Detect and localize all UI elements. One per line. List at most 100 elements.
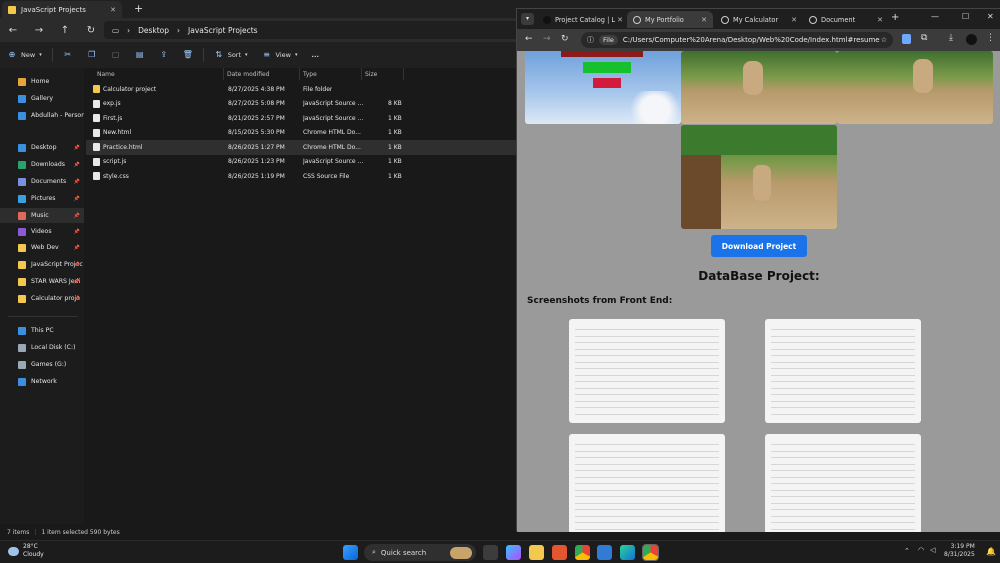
- clock-time: 3:19 PM: [950, 543, 975, 550]
- back-arrow-icon[interactable]: ←: [0, 25, 26, 36]
- column-header-size[interactable]: Size: [362, 68, 404, 80]
- tab-my-portfolio[interactable]: My Portfolio ✕: [627, 11, 713, 28]
- explorer-tab[interactable]: JavaScript Projects ✕: [2, 1, 122, 18]
- table-line: [771, 476, 915, 478]
- back-arrow-icon[interactable]: ←: [525, 34, 533, 44]
- nav-item[interactable]: Calculator proje 📌: [0, 291, 84, 306]
- minimize-button[interactable]: —: [931, 12, 939, 21]
- nav-item[interactable]: Games (G:): [0, 357, 84, 372]
- nav-item[interactable]: Web Dev 📌: [0, 240, 84, 255]
- new-tab-button[interactable]: +: [134, 2, 143, 15]
- close-tab-icon[interactable]: ✕: [110, 6, 116, 14]
- delete-button[interactable]: 🗑: [176, 50, 200, 60]
- close-tab-icon[interactable]: ✕: [791, 16, 797, 24]
- volume-icon[interactable]: ◁: [930, 546, 935, 554]
- globe-icon: [721, 15, 729, 24]
- copy-button[interactable]: ❐: [80, 50, 104, 60]
- bookmark-star-icon[interactable]: ☆: [881, 36, 887, 44]
- divider: [8, 316, 78, 317]
- task-view-icon[interactable]: [483, 545, 498, 560]
- nav-item[interactable]: Home: [0, 74, 84, 89]
- forward-arrow-icon[interactable]: →: [26, 25, 52, 36]
- url-text: C:/Users/Computer%20Arena/Desktop/Web%20…: [622, 36, 880, 44]
- nav-item[interactable]: Music 📌: [0, 208, 84, 223]
- file-explorer-icon[interactable]: [529, 545, 544, 560]
- maximize-button[interactable]: ☐: [962, 12, 969, 21]
- chrome-icon[interactable]: [575, 545, 590, 560]
- cell-date: 8/26/2025 1:27 PM: [228, 143, 285, 151]
- cut-button[interactable]: ✂: [56, 50, 80, 60]
- notification-bell-icon[interactable]: 🔔: [986, 547, 996, 556]
- up-arrow-icon[interactable]: ↑: [52, 25, 78, 36]
- column-header-name[interactable]: Name: [94, 68, 224, 80]
- cell-size: 1 KB: [388, 172, 402, 180]
- column-header-type[interactable]: Type: [300, 68, 362, 80]
- extensions-icon[interactable]: ⧉: [921, 33, 927, 43]
- new-tab-button[interactable]: +: [891, 12, 899, 23]
- forward-arrow-icon[interactable]: →: [543, 34, 551, 44]
- weather-widget[interactable]: 28°C Cloudy: [8, 543, 44, 559]
- nav-item[interactable]: Gallery: [0, 91, 84, 106]
- table-row[interactable]: script.js 8/26/2025 1:23 PM JavaScript Sou…: [86, 155, 516, 170]
- column-header-date[interactable]: Date modified: [224, 68, 300, 80]
- nav-item[interactable]: JavaScript Projec 📌: [0, 257, 84, 272]
- tab-project-catalog[interactable]: Project Catalog | L ✕: [537, 11, 629, 28]
- rename-button[interactable]: ▤: [128, 50, 152, 60]
- new-button[interactable]: ⊕ New ▾: [0, 50, 49, 60]
- nav-item[interactable]: Local Disk (C:): [0, 340, 84, 355]
- table-line: [771, 522, 915, 523]
- table-row[interactable]: Practice.html 8/26/2025 1:27 PM Chrome HTM…: [86, 140, 516, 155]
- nav-item[interactable]: Desktop 📌: [0, 140, 84, 155]
- nav-item[interactable]: Network: [0, 374, 84, 389]
- view-button[interactable]: ≡ View ▾: [255, 50, 305, 60]
- tab-my-calculator[interactable]: My Calculator ✕: [715, 11, 803, 28]
- table-row[interactable]: First.js 8/21/2025 2:57 PM JavaScript Sour…: [86, 111, 516, 126]
- chrome-active-icon[interactable]: [642, 544, 659, 561]
- nav-item[interactable]: This PC: [0, 323, 84, 338]
- close-tab-icon[interactable]: ✕: [617, 16, 623, 24]
- close-tab-icon[interactable]: ✕: [701, 16, 707, 24]
- nav-item-label: This PC: [31, 327, 54, 334]
- paste-button[interactable]: ▢: [104, 50, 128, 60]
- menu-kebab-icon[interactable]: ⋮: [986, 33, 995, 43]
- breadcrumb[interactable]: ▭ › Desktop › JavaScript Projects: [104, 21, 524, 39]
- clock-date: 8/31/2025: [944, 551, 975, 558]
- url-bar[interactable]: ⓘ File C:/Users/Computer%20Arena/Desktop…: [581, 32, 893, 48]
- table-row[interactable]: exp.js 8/27/2025 5:08 PM JavaScript Source…: [86, 97, 516, 112]
- nav-item[interactable]: Downloads 📌: [0, 157, 84, 172]
- nav-item[interactable]: Videos 📌: [0, 224, 84, 239]
- chevron-up-icon[interactable]: ⌃: [904, 547, 910, 555]
- start-icon[interactable]: [343, 545, 358, 560]
- clock[interactable]: 3:19 PM 8/31/2025: [944, 543, 975, 559]
- tab-search-button[interactable]: ▾: [521, 13, 534, 25]
- sort-button[interactable]: ⇅ Sort ▾: [207, 50, 255, 60]
- download-project-button[interactable]: Download Project: [711, 235, 807, 257]
- search-icon: ⌕: [372, 548, 376, 556]
- nav-item[interactable]: Pictures 📌: [0, 191, 84, 206]
- office-icon[interactable]: [552, 545, 567, 560]
- nav-item[interactable]: STAR WARS Jedi 📌: [0, 274, 84, 289]
- nav-item[interactable]: Documents 📌: [0, 174, 84, 189]
- table-row[interactable]: style.css 8/26/2025 1:19 PM CSS Source Fil…: [86, 169, 516, 184]
- avatar[interactable]: [966, 34, 977, 45]
- close-tab-icon[interactable]: ✕: [877, 16, 883, 24]
- breadcrumb-current[interactable]: JavaScript Projects: [188, 26, 258, 35]
- reading-list-icon[interactable]: [902, 34, 911, 44]
- close-window-button[interactable]: ✕: [987, 12, 994, 21]
- share-button[interactable]: ⇪: [152, 50, 176, 60]
- edge-icon[interactable]: [620, 545, 635, 560]
- tab-document[interactable]: Document ✕: [803, 11, 889, 28]
- table-row[interactable]: New.html 8/15/2025 5:30 PM Chrome HTML Do.…: [86, 126, 516, 141]
- download-icon[interactable]: ⤓: [949, 33, 953, 43]
- copilot-icon[interactable]: [506, 545, 521, 560]
- wifi-icon[interactable]: ◠: [918, 546, 924, 554]
- refresh-icon[interactable]: ↻: [561, 34, 569, 44]
- more-options-button[interactable]: ...: [305, 51, 326, 59]
- search-box[interactable]: ⌕ Quick search: [364, 544, 476, 561]
- vscode-icon[interactable]: [597, 545, 612, 560]
- breadcrumb-desktop[interactable]: Desktop: [138, 26, 169, 35]
- nav-item[interactable]: Abdullah - Persona: [0, 108, 84, 123]
- table-line: [575, 368, 719, 369]
- refresh-icon[interactable]: ↻: [78, 25, 104, 36]
- table-row[interactable]: Calculator project 8/27/2025 4:38 PM File …: [86, 82, 516, 97]
